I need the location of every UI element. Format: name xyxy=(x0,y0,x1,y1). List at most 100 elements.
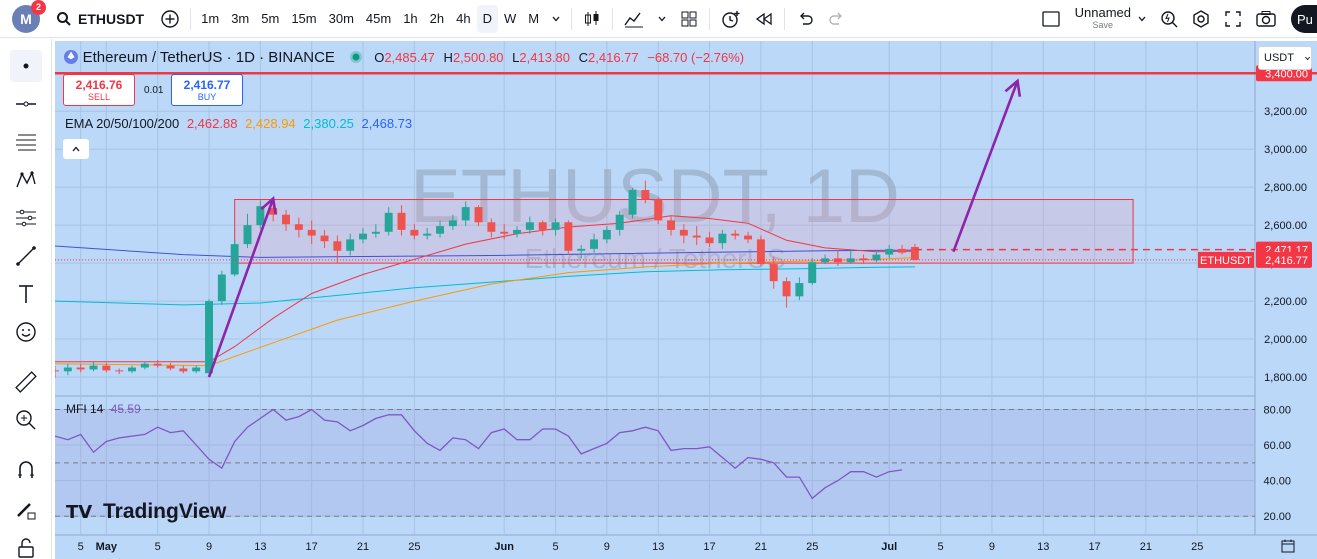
candle-body xyxy=(487,222,496,232)
chart-type-button[interactable] xyxy=(576,5,608,33)
quick-search-button[interactable] xyxy=(1153,5,1185,33)
mfi-legend[interactable]: MFI 14 45.59 xyxy=(66,402,141,416)
undo-button[interactable] xyxy=(789,5,821,33)
layout-menu-button[interactable] xyxy=(1131,5,1153,33)
mfi-tick-label: 20.00 xyxy=(1263,511,1291,523)
trend-line-tool[interactable] xyxy=(10,88,42,120)
lock-icon xyxy=(18,538,34,558)
candle-body xyxy=(718,233,727,244)
text-tool[interactable] xyxy=(10,278,42,310)
cursor-tool[interactable] xyxy=(10,50,42,82)
emoji-tool[interactable] xyxy=(10,316,42,348)
interval-5m-button[interactable]: 5m xyxy=(255,5,285,33)
interval-1m-button[interactable]: 1m xyxy=(195,5,225,33)
candle-body xyxy=(705,237,714,244)
collapse-legend-button[interactable] xyxy=(63,139,89,159)
interval-1h-button[interactable]: 1h xyxy=(397,5,423,33)
candle-body xyxy=(744,235,753,240)
projection-tool[interactable] xyxy=(10,202,42,234)
brush-tool[interactable] xyxy=(10,240,42,272)
interval-m-button[interactable]: M xyxy=(522,5,545,33)
candle-body xyxy=(641,190,650,200)
time-tick-label: Jun xyxy=(494,541,514,553)
avatar-letter: M xyxy=(20,10,32,27)
chevron-down-icon xyxy=(1305,56,1310,60)
candle-body xyxy=(359,233,367,240)
snapshot-button[interactable] xyxy=(1249,5,1283,33)
redo-icon xyxy=(829,12,843,25)
layout-button[interactable] xyxy=(1035,5,1067,33)
candle-body xyxy=(525,222,534,230)
layout-name: Unnamed xyxy=(1074,5,1131,21)
change-value: −68.70 (−2.76%) xyxy=(647,50,745,65)
candle-body xyxy=(294,224,303,230)
time-tick-label: 21 xyxy=(755,541,767,553)
symbol-legend: Ethereum / TetherUS · 1D · BINANCE O2,48… xyxy=(63,49,744,66)
interval-15m-button[interactable]: 15m xyxy=(285,5,322,33)
layout-name-button[interactable]: Unnamed Save xyxy=(1075,6,1131,30)
lock-tool[interactable] xyxy=(10,532,42,559)
user-avatar[interactable]: M 2 xyxy=(12,0,46,33)
candle xyxy=(654,197,663,225)
interval-w-button[interactable]: W xyxy=(498,5,522,33)
candle-body xyxy=(692,235,701,238)
ema20-value: 2,462.88 xyxy=(186,116,238,131)
drawing-mode-tool[interactable] xyxy=(10,494,42,526)
symbol-icon xyxy=(64,50,78,64)
time-tick-label: 5 xyxy=(155,541,161,553)
fib-tool[interactable] xyxy=(10,126,42,158)
replay-button[interactable] xyxy=(748,5,780,33)
time-tick-label: 9 xyxy=(604,541,610,553)
last-price-tag[interactable]: 2,416.77 xyxy=(1256,251,1312,268)
currency-select[interactable]: USDT xyxy=(1258,46,1312,70)
fullscreen-button[interactable] xyxy=(1217,5,1249,33)
settings-button[interactable] xyxy=(1185,5,1217,33)
time-tick-label: 17 xyxy=(306,541,318,553)
candle-body xyxy=(577,248,586,251)
pencil-lock-icon xyxy=(17,503,36,520)
publish-button[interactable]: Pu xyxy=(1291,5,1317,33)
candle-body xyxy=(63,367,72,372)
candle-body xyxy=(89,365,98,370)
symbol-search-button[interactable]: ETHUSDT xyxy=(56,11,144,27)
magnet-tool[interactable] xyxy=(10,454,42,486)
sell-price: 2,416.76 xyxy=(75,78,123,92)
redo-button[interactable] xyxy=(821,5,853,33)
camera-icon xyxy=(1256,10,1276,27)
interval-menu-button[interactable] xyxy=(545,5,567,33)
indicators-button[interactable] xyxy=(617,5,651,33)
plus-circle-icon xyxy=(161,9,179,28)
publish-label: Pu xyxy=(1297,11,1313,27)
goto-date-button[interactable] xyxy=(1277,537,1299,555)
square-icon xyxy=(1041,10,1060,27)
compare-add-button[interactable] xyxy=(154,5,186,33)
interval-30m-button[interactable]: 30m xyxy=(323,5,360,33)
templates-button[interactable] xyxy=(673,5,705,33)
time-tick-label: 5 xyxy=(552,541,558,553)
buy-button[interactable]: 2,416.77 BUY xyxy=(171,74,243,106)
candle-body xyxy=(667,220,676,230)
measure-tool[interactable] xyxy=(10,366,42,398)
sell-button[interactable]: 2,416.76 SELL xyxy=(63,74,135,106)
ema-legend[interactable]: EMA 20/50/100/200 2,462.88 2,428.94 2,38… xyxy=(65,116,412,131)
price-tick-label: 2,800.00 xyxy=(1264,182,1307,194)
magnet-icon xyxy=(18,461,34,478)
interval-2h-button[interactable]: 2h xyxy=(424,5,450,33)
undo-icon xyxy=(800,12,813,25)
zoom-tool[interactable] xyxy=(10,404,42,436)
layout-save-label: Save xyxy=(1092,19,1114,30)
open-label: O xyxy=(374,50,385,65)
chevron-up-icon xyxy=(72,146,80,152)
legend-title: Ethereum / TetherUS · 1D · BINANCE xyxy=(82,49,335,66)
ema200-value: 2,468.73 xyxy=(361,116,413,131)
alert-button[interactable] xyxy=(714,5,748,33)
high-value: 2,500.80 xyxy=(452,50,504,65)
indicators-menu-button[interactable] xyxy=(651,5,673,33)
interval-3m-button[interactable]: 3m xyxy=(225,5,255,33)
interval-d-button[interactable]: D xyxy=(476,4,498,33)
interval-4h-button[interactable]: 4h xyxy=(450,5,476,33)
interval-45m-button[interactable]: 45m xyxy=(360,5,397,33)
tradingview-logo[interactable]: 𝗧𝗩 TradingView xyxy=(66,500,227,523)
pattern-tool[interactable] xyxy=(10,164,42,196)
candle xyxy=(205,299,213,376)
